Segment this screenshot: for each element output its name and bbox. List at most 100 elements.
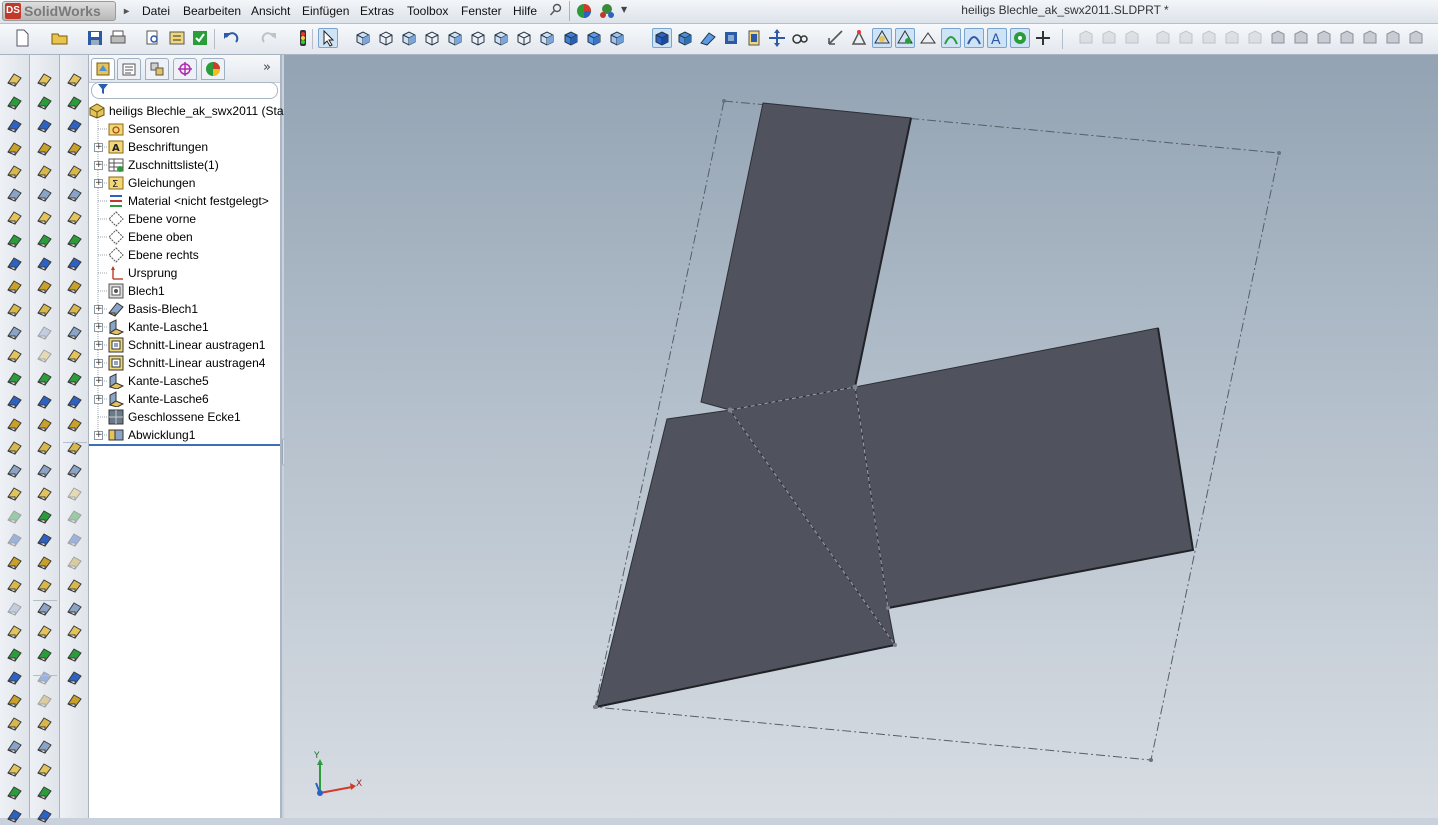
menu-fenster[interactable]: Fenster [461,3,502,19]
view-orientation-7-button[interactable] [491,28,511,48]
tree-item-kante-lasche1[interactable]: + Kante-Lasche1 [89,318,280,336]
redo-button[interactable] [259,28,279,48]
feature-tool-13-button[interactable] [4,345,24,365]
sheetmetal-tool-22-button[interactable] [64,552,84,572]
hole-wizard-button[interactable] [1010,28,1030,48]
tree-item-schnitt-linear1[interactable]: + Schnitt-Linear austragen1 [89,336,280,354]
feature-tool-22-button[interactable] [4,552,24,572]
feature-tool-27-button[interactable] [4,667,24,687]
sheetmetal-tool-1-button[interactable] [1076,28,1096,48]
sheetmetal-tool-20-button[interactable] [64,506,84,526]
feature-tool-8-button[interactable] [4,230,24,250]
sketch-tool-26-button[interactable] [34,644,54,664]
feature-tool-23-button[interactable] [4,575,24,595]
sheetmetal-tool-18-button[interactable] [64,460,84,480]
feature-tool-17-button[interactable] [4,437,24,457]
section-view-button[interactable] [675,28,695,48]
menu-extras[interactable]: Extras [360,3,394,19]
feature-tool-25-button[interactable] [4,621,24,641]
feature-tool-3-button[interactable] [4,115,24,135]
select-button[interactable] [318,28,338,48]
view-orientation-2-button[interactable] [376,28,396,48]
sketch-tool-11-button[interactable] [34,299,54,319]
expand-toggle-icon[interactable]: + [94,431,103,440]
rollback-bar[interactable] [89,444,280,446]
tree-item-sensoren[interactable]: Sensoren [89,120,280,138]
feature-tool-31-button[interactable] [4,759,24,779]
rebuild-button[interactable] [293,28,313,48]
menu-hilfe[interactable]: Hilfe [513,3,537,19]
sketch-tool-14-button[interactable] [34,368,54,388]
menu-toolbox[interactable]: Toolbox [407,3,448,19]
tree-item-material[interactable]: Material <nicht festgelegt> [89,192,280,210]
sheetmetal-tool-14-button[interactable] [1383,28,1403,48]
more-tabs-icon[interactable]: » [263,60,271,75]
graphics-area[interactable]: Y X [284,55,1438,818]
expand-toggle-icon[interactable]: + [94,395,103,404]
sheetmetal-tool-6-button[interactable] [64,184,84,204]
sheetmetal-tool-25-button[interactable] [64,621,84,641]
move-entity-button[interactable] [1033,28,1053,48]
tree-item-kante-lasche6[interactable]: + Kante-Lasche6 [89,390,280,408]
tree-item-zuschnittsliste[interactable]: + Zuschnittsliste(1) [89,156,280,174]
tree-item-ebene-vorne[interactable]: Ebene vorne [89,210,280,228]
sheetmetal-tool-19-button[interactable] [64,483,84,503]
feature-tool-19-button[interactable] [4,483,24,503]
feature-tool-20-button[interactable] [4,506,24,526]
undo-button[interactable] [221,28,241,48]
tree-item-basis-blech1[interactable]: + Basis-Blech1 [89,300,280,318]
sheetmetal-tool-6-button[interactable] [1199,28,1219,48]
sheetmetal-tool-4-button[interactable] [64,138,84,158]
sketch-tool-19-button[interactable] [34,483,54,503]
tree-item-blech1[interactable]: Blech1 [89,282,280,300]
tree-item-kante-lasche5[interactable]: + Kante-Lasche5 [89,372,280,390]
sheetmetal-tool-3-button[interactable] [1122,28,1142,48]
sheetmetal-tool-15-button[interactable] [1406,28,1426,48]
sketch-relations-button[interactable] [964,28,984,48]
sheetmetal-tool-14-button[interactable] [64,368,84,388]
shaded-edges-button[interactable] [584,28,604,48]
view-orientation-8-button[interactable] [514,28,534,48]
options-button[interactable] [167,28,187,48]
view-orientation-4-button[interactable] [422,28,442,48]
sheetmetal-tool-9-button[interactable] [64,253,84,273]
feature-tool-33-button[interactable] [4,805,24,825]
sketch-tool-25-button[interactable] [34,621,54,641]
sketch-tool-12-button[interactable] [34,322,54,342]
sketch-tool-29-button[interactable] [34,713,54,733]
tab-configurationmanager[interactable] [145,58,169,80]
hidden-lines-button[interactable] [607,28,627,48]
feature-tool-15-button[interactable] [4,391,24,411]
appearance-ball-icon[interactable] [576,3,592,22]
expand-toggle-icon[interactable]: + [94,323,103,332]
sheetmetal-tool-16-button[interactable] [64,414,84,434]
sketch-tool-30-button[interactable] [34,736,54,756]
sheetmetal-tool-2-button[interactable] [1099,28,1119,48]
feature-tool-7-button[interactable] [4,207,24,227]
sketch-tool-15-button[interactable] [34,391,54,411]
snap-grid-button[interactable] [872,28,892,48]
zoom-to-fit-button[interactable] [744,28,764,48]
relations-button[interactable] [941,28,961,48]
sheetmetal-tool-8-button[interactable] [1245,28,1265,48]
3d-sketch-button[interactable] [849,28,869,48]
sheetmetal-tool-1-button[interactable] [64,69,84,89]
menu-datei[interactable]: Datei [142,3,170,19]
sheetmetal-tool-9-button[interactable] [1268,28,1288,48]
feature-tool-18-button[interactable] [4,460,24,480]
feature-tool-29-button[interactable] [4,713,24,733]
sheetmetal-tool-8-button[interactable] [64,230,84,250]
tree-item-beschriftungen[interactable]: + A Beschriftungen [89,138,280,156]
measure-button[interactable] [826,28,846,48]
feature-tool-10-button[interactable] [4,276,24,296]
tree-item-ebene-rechts[interactable]: Ebene rechts [89,246,280,264]
sketch-tool-6-button[interactable] [34,184,54,204]
expand-toggle-icon[interactable]: + [94,341,103,350]
sheetmetal-tool-5-button[interactable] [64,161,84,181]
display-dropdown-icon[interactable]: ▼ [621,5,627,14]
sheetmetal-tool-12-button[interactable] [64,322,84,342]
sheetmetal-tool-11-button[interactable] [64,299,84,319]
sheetmetal-tool-23-button[interactable] [64,575,84,595]
tab-dimxpertmanager[interactable] [173,58,197,80]
expand-toggle-icon[interactable]: + [94,359,103,368]
